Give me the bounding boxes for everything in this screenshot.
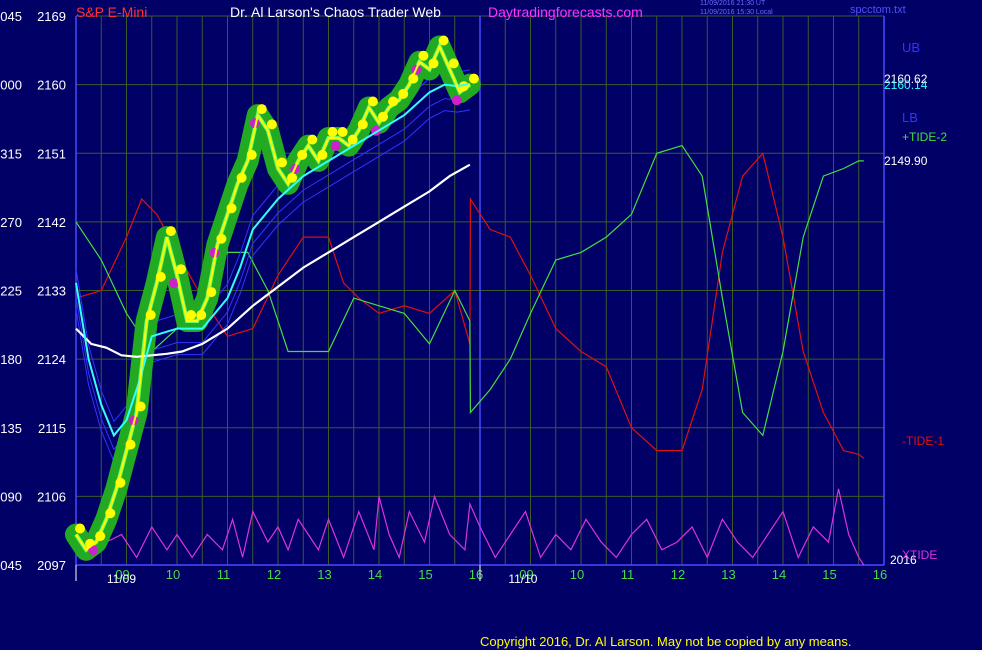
lb-label: LB: [902, 110, 918, 125]
y-tick-left: 225: [0, 284, 22, 299]
tide2-label: +TIDE-2: [902, 130, 948, 144]
xtide-label: XTIDE: [902, 548, 938, 562]
y-tick-price: 2124: [37, 352, 66, 367]
chaos-chart: 045 2097 090 2106 135 2115 180 2124 225 2133 270 21…: [0, 9, 917, 586]
y-tick-left: 045: [0, 9, 22, 24]
y-tick-price: 2097: [37, 558, 66, 573]
price-marker: [418, 50, 429, 61]
site-link[interactable]: Daytradingforecasts.com: [488, 4, 643, 20]
price-marker: [186, 310, 197, 320]
y-tick-price: 2169: [37, 9, 66, 24]
price-marker: [277, 157, 287, 168]
price-label-2: 2160.14: [884, 78, 928, 92]
y-tick-price: 2106: [37, 489, 66, 504]
ub-label: UB: [902, 40, 921, 55]
x-date-label: 11/10: [508, 572, 537, 586]
low-marker: [330, 141, 341, 151]
price-marker: [337, 127, 348, 137]
x-tick-hour: 16: [469, 567, 483, 582]
x-tick-hour: 13: [317, 567, 331, 582]
x-tick-hour: 11: [217, 567, 231, 582]
tide1-label: -TIDE-1: [902, 434, 944, 448]
y-tick-left: 000: [0, 78, 22, 93]
price-marker: [256, 104, 267, 115]
x-date-label: 11/09: [107, 572, 136, 586]
price-marker: [307, 134, 318, 145]
price-marker: [165, 226, 176, 237]
tide2-value: 2149.90: [884, 154, 928, 168]
x-tick-hour: 14: [368, 567, 382, 582]
y-tick-left: 315: [0, 146, 22, 161]
y-tick-price: 2151: [37, 146, 66, 161]
price-marker: [327, 127, 338, 137]
y-tick-left: 270: [0, 215, 22, 230]
price-marker: [367, 96, 378, 107]
symbol-title: S&P E-Mini: [76, 4, 148, 20]
x-tick-hour: 14: [772, 567, 786, 582]
x-tick-hour: 12: [671, 567, 685, 582]
y-tick-price: 2133: [37, 284, 66, 299]
x-tick-hour: 10: [570, 567, 584, 582]
chart-stage: 045 2097 090 2106 135 2115 180 2124 225 2133 270 21…: [0, 0, 982, 650]
x-tick-hour: 15: [822, 567, 836, 582]
x-tick-hour: 13: [721, 567, 735, 582]
x-tick-hour: 10: [166, 567, 180, 582]
y-tick-price: 2115: [38, 421, 66, 436]
x-tick-hour: 15: [418, 567, 432, 582]
file-name: spcctom.txt: [850, 4, 906, 16]
low-marker: [451, 95, 462, 106]
price-marker: [468, 73, 479, 84]
price-marker: [266, 119, 277, 130]
y-tick-left: 090: [0, 489, 22, 504]
price-marker: [75, 523, 85, 534]
y-tick-price: 2160: [37, 78, 66, 93]
price-marker: [438, 35, 449, 46]
x-tick-hour: 12: [267, 567, 281, 582]
stamp-utc: 11/09/2016 21:30 UT: [700, 0, 766, 7]
y-tick-left: 135: [0, 421, 22, 436]
x-tick-hour: 11: [621, 567, 635, 582]
y-tick-left: 180: [0, 352, 22, 367]
price-marker: [176, 264, 186, 275]
x-tick-hour: 16: [873, 567, 887, 582]
y-tick-left: 045: [0, 558, 22, 573]
y-tick-price: 2142: [37, 215, 66, 230]
stamp-local: 11/09/2016 15:30 Local: [700, 9, 773, 16]
price-marker: [448, 58, 459, 69]
chart-title: Dr. Al Larson's Chaos Trader Web: [230, 4, 441, 20]
copyright-notice: Copyright 2016, Dr. Al Larson. May not b…: [480, 634, 852, 649]
